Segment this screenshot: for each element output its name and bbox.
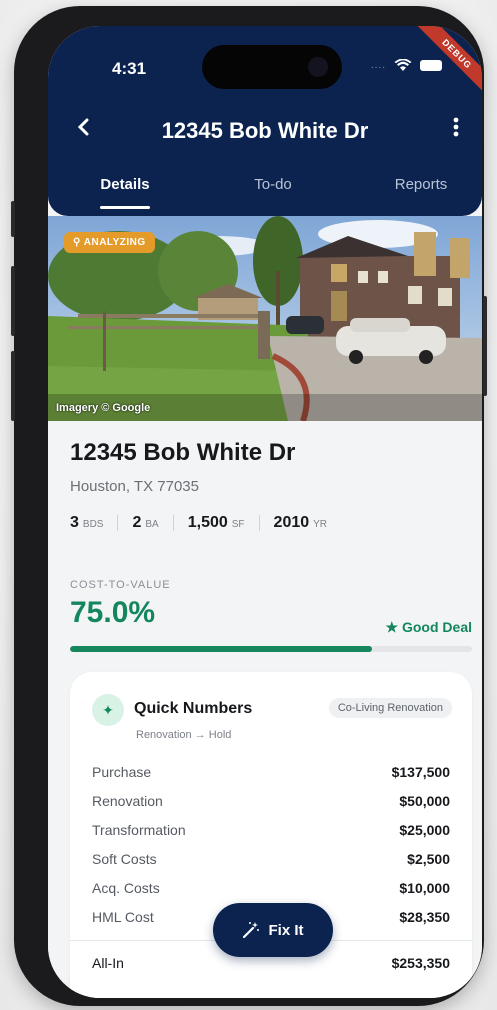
row-value: $137,500	[391, 764, 450, 780]
tab-todo[interactable]: To-do	[213, 176, 333, 193]
app-screen: 4:31 .... DEBUG 12345 Bob White Dr Detai…	[48, 26, 482, 998]
street-view-photo: ⚲ ANALYZING Imagery © Google	[48, 216, 482, 421]
phone-frame: 4:31 .... DEBUG 12345 Bob White Dr Detai…	[11, 6, 487, 1006]
battery-icon	[420, 60, 442, 71]
tab-bar: Details To-do Reports	[48, 176, 482, 212]
property-stats: 3 BDS 2 BA 1,500 SF 2010 YR	[70, 514, 327, 532]
cost-to-value-label: COST-TO-VALUE	[70, 579, 171, 591]
signal-dots: ....	[370, 60, 386, 71]
row-value: $25,000	[399, 822, 450, 838]
strategy-chip[interactable]: Co-Living Renovation	[328, 698, 452, 718]
dynamic-island	[202, 45, 342, 89]
deal-verdict-label: Good Deal	[401, 619, 472, 635]
app-header: 4:31 .... DEBUG 12345 Bob White Dr Detai…	[48, 26, 482, 216]
row-label: Transformation	[92, 822, 186, 838]
status-icons: ....	[371, 59, 442, 72]
cost-to-value-bar-fill	[70, 646, 372, 652]
search-icon: ⚲	[73, 237, 81, 248]
stat-divider	[258, 515, 260, 531]
tab-details[interactable]: Details	[65, 176, 185, 193]
row-label: HML Cost	[92, 909, 154, 925]
sparkle-icon: ✦	[92, 694, 124, 726]
analyzing-badge-label: ANALYZING	[83, 237, 146, 248]
active-tab-indicator	[100, 206, 150, 209]
magic-wand-icon	[243, 922, 260, 939]
stat-divider	[172, 515, 174, 531]
stat-beds-unit: BDS	[82, 519, 104, 530]
stat-beds-value: 3	[70, 514, 79, 531]
cost-to-value-percent: 75.0%	[70, 596, 156, 629]
wifi-icon	[394, 59, 412, 71]
row-value: $253,350	[391, 955, 450, 971]
stat-year-unit: YR	[313, 519, 328, 530]
fix-it-button[interactable]: Fix It	[213, 903, 333, 957]
mute-switch	[11, 201, 15, 237]
stat-baths-value: 2	[132, 514, 142, 531]
power-button	[483, 296, 487, 396]
stat-sqft-unit: SF	[231, 519, 245, 530]
row-label: Purchase	[92, 764, 152, 780]
row-label: Soft Costs	[92, 851, 157, 867]
volume-up-button	[11, 266, 15, 336]
quick-numbers-title: Quick Numbers	[134, 700, 253, 717]
row-value: $50,000	[399, 793, 450, 809]
more-vertical-icon[interactable]	[452, 116, 460, 144]
fix-it-label: Fix It	[268, 921, 304, 939]
row-label: All-In	[92, 955, 124, 971]
imagery-credit: Imagery © Google	[56, 402, 151, 414]
quick-numbers-subtitle: Renovation → Hold	[136, 729, 232, 741]
star-icon: ★	[385, 619, 399, 635]
row-soft-costs: Soft Costs $2,500	[92, 851, 450, 867]
deal-verdict: ★ Good Deal	[386, 619, 472, 636]
row-label: Renovation	[92, 793, 163, 809]
property-city: Houston, TX 77035	[70, 478, 199, 495]
cost-to-value-bar	[70, 646, 472, 652]
camera-icon	[308, 57, 328, 77]
stat-sqft-value: 1,500	[187, 514, 228, 531]
row-value: $10,000	[399, 880, 450, 896]
page-title: 12345 Bob White Dr	[161, 118, 369, 143]
stat-baths-unit: BA	[145, 519, 159, 530]
row-transformation: Transformation $25,000	[92, 822, 450, 838]
stat-divider	[117, 515, 119, 531]
property-address: 12345 Bob White Dr	[70, 439, 296, 466]
status-time: 4:31	[112, 59, 147, 78]
row-all-in: All-In $253,350	[92, 955, 450, 971]
analyzing-badge: ⚲ ANALYZING	[64, 232, 155, 253]
volume-down-button	[11, 351, 15, 421]
row-renovation: Renovation $50,000	[92, 793, 450, 809]
row-value: $2,500	[407, 851, 450, 867]
row-purchase: Purchase $137,500	[92, 764, 450, 780]
row-value: $28,350	[399, 909, 450, 925]
row-acq-costs: Acq. Costs $10,000	[92, 880, 450, 896]
row-label: Acq. Costs	[92, 880, 160, 896]
stat-year-value: 2010	[273, 514, 310, 531]
tab-reports[interactable]: Reports	[361, 176, 481, 193]
